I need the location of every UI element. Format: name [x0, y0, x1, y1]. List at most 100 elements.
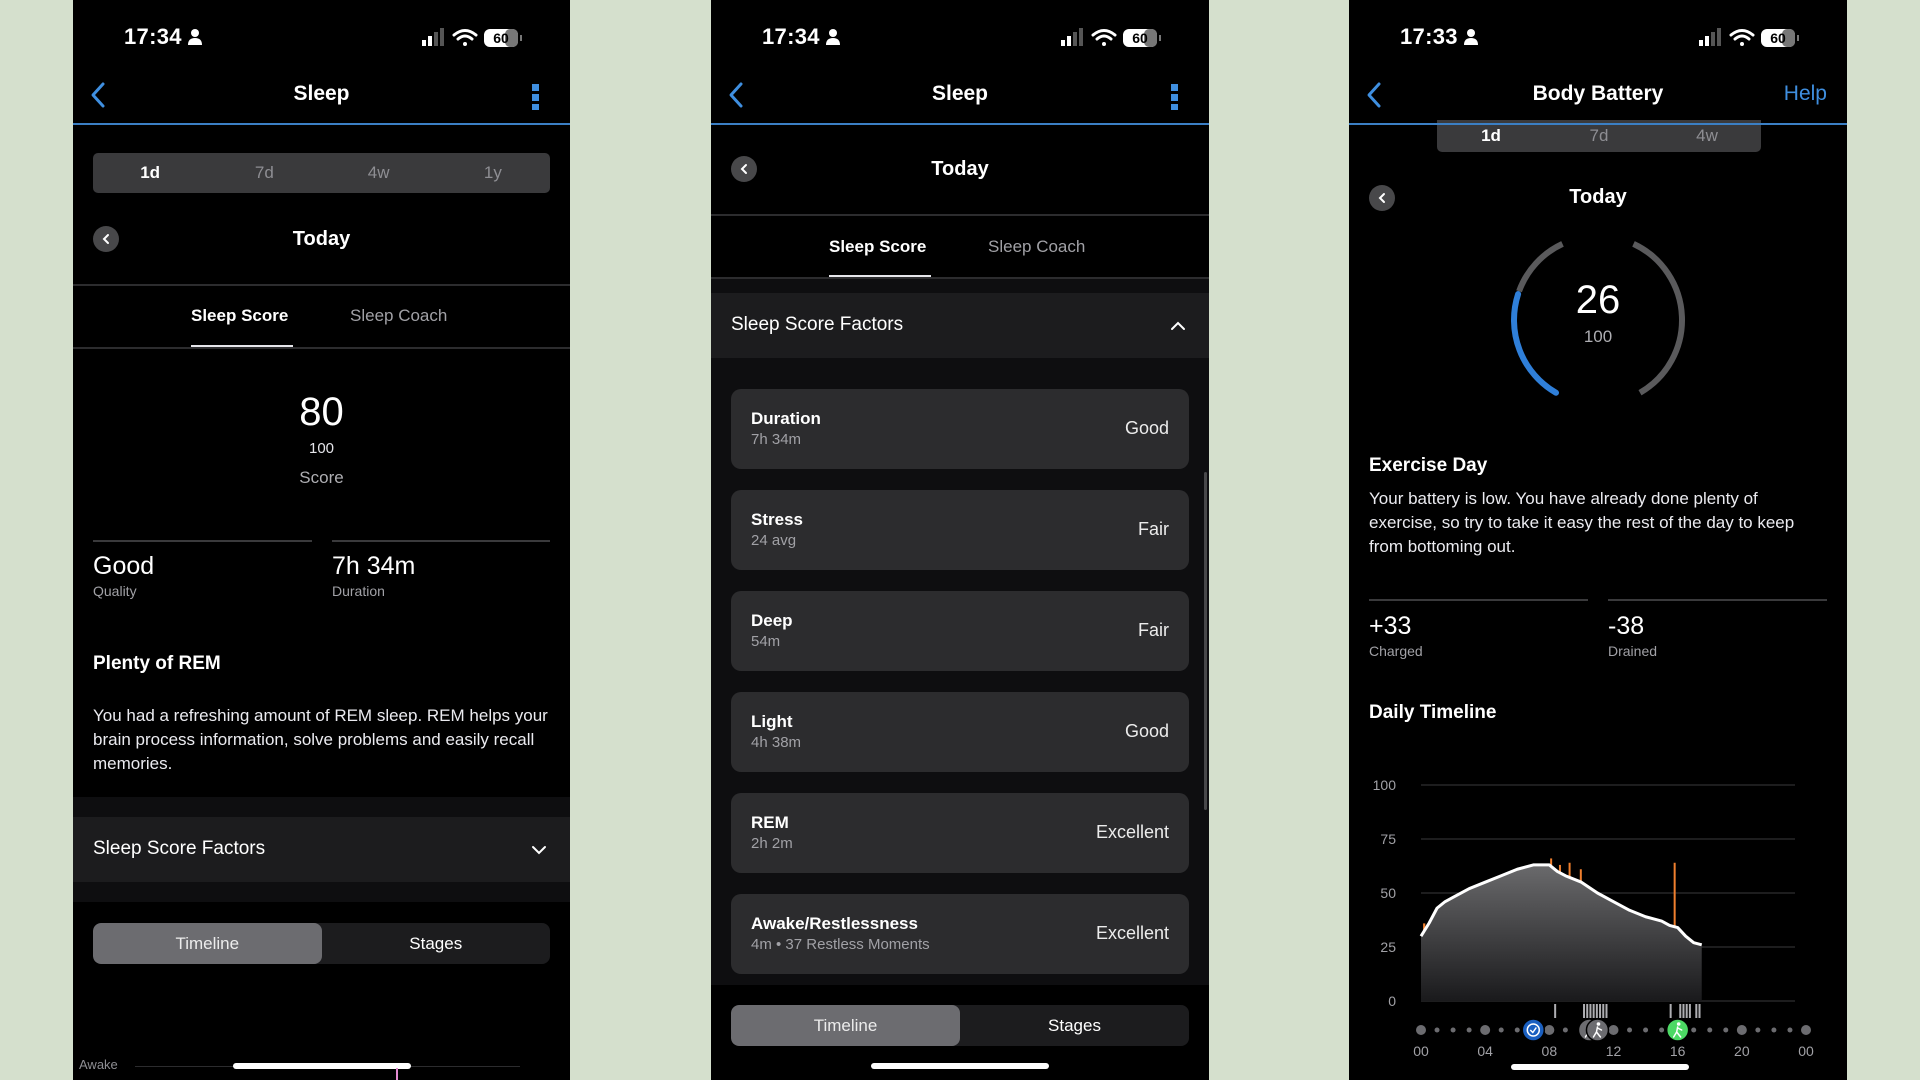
- factor-card-deep[interactable]: Deep 54m Fair: [731, 591, 1189, 671]
- charged-label: Charged: [1369, 643, 1423, 659]
- factor-name: REM: [751, 813, 789, 832]
- home-indicator: [1511, 1064, 1689, 1070]
- sleep-score-factors-toggle[interactable]: Sleep Score Factors: [711, 293, 1209, 358]
- hour-dot: [1608, 1025, 1619, 1035]
- battery-icon: 60: [1761, 29, 1799, 47]
- activity-tick: [1679, 1004, 1682, 1018]
- event-marker: [1521, 1018, 1546, 1042]
- activity-tick: [1599, 1004, 1602, 1018]
- battery-icon: 60: [484, 29, 522, 47]
- svg-text:60: 60: [1132, 30, 1148, 46]
- activity-tick: [1592, 1004, 1595, 1018]
- chevron-up-icon: [1171, 321, 1185, 330]
- insight-title: Plenty of REM: [93, 653, 221, 674]
- person-icon: [1464, 29, 1478, 45]
- more-options-icon[interactable]: [532, 84, 540, 110]
- chart-row-label: Awake: [79, 1057, 118, 1072]
- factor-card-stress[interactable]: Stress 24 avg Fair: [731, 490, 1189, 570]
- drained-value: -38: [1608, 612, 1645, 640]
- battery-area: [1421, 864, 1702, 1001]
- tab-sleep-coach[interactable]: Sleep Coach: [988, 237, 1085, 257]
- signal-icon: [1061, 28, 1083, 46]
- hour-dot: [1723, 1027, 1729, 1033]
- factors-title: Sleep Score Factors: [731, 314, 904, 335]
- more-options-icon[interactable]: [1171, 84, 1179, 110]
- factor-card-light[interactable]: Light 4h 38m Good: [731, 692, 1189, 772]
- x-tick-label: 20: [1734, 1043, 1750, 1059]
- activity-tick: [1583, 1004, 1586, 1018]
- duration-value: 7h 34m: [332, 552, 416, 580]
- tab-sleep-score[interactable]: Sleep Score: [829, 237, 926, 257]
- run-icon: [1665, 1018, 1690, 1042]
- range-4w[interactable]: 4w: [322, 163, 436, 183]
- activity-tick: [1682, 1004, 1685, 1018]
- divider: [711, 214, 1209, 216]
- hour-dot: [1643, 1027, 1649, 1033]
- range-1d[interactable]: 1d: [1437, 126, 1545, 146]
- factor-detail: 7h 34m: [751, 431, 802, 448]
- hour-dot: [1498, 1027, 1504, 1033]
- charged-value: +33: [1369, 612, 1412, 640]
- figure-head: [1596, 1022, 1601, 1026]
- status-icons: 60: [1699, 28, 1799, 47]
- svg-text:60: 60: [1770, 30, 1786, 46]
- factor-card-duration[interactable]: Duration 7h 34m Good: [731, 389, 1189, 469]
- scrollbar[interactable]: [1204, 472, 1207, 810]
- body-battery-screen: 17:33 60 Body Battery Help 1d 7d 4w Toda…: [1349, 0, 1847, 1080]
- divider: [73, 347, 570, 349]
- range-1y[interactable]: 1y: [436, 163, 550, 183]
- tab-sleep-coach[interactable]: Sleep Coach: [350, 306, 447, 326]
- x-tick-label: 08: [1542, 1043, 1558, 1059]
- sleep-score-label: Score: [299, 468, 344, 487]
- x-tick-label: 00: [1413, 1043, 1429, 1059]
- factor-card-awake-restlessness[interactable]: Awake/Restlessness 4m • 37 Restless Mome…: [731, 894, 1189, 974]
- divider: [73, 284, 570, 286]
- x-tick-label: 12: [1606, 1043, 1622, 1059]
- battery-icon: 60: [1123, 29, 1161, 47]
- walk-icon: [1585, 1018, 1610, 1042]
- duration-label: Duration: [332, 583, 385, 599]
- activity-tick: [1605, 1004, 1608, 1018]
- hour-dot: [1736, 1025, 1747, 1035]
- factor-name: Deep: [751, 611, 793, 630]
- timeline-tab[interactable]: Timeline: [93, 923, 322, 964]
- signal-icon: [422, 28, 444, 46]
- hour-dot: [1544, 1025, 1555, 1035]
- timeline-tab[interactable]: Timeline: [731, 1005, 960, 1046]
- x-tick-label: 00: [1798, 1043, 1814, 1059]
- factor-rating: Excellent: [1095, 822, 1169, 842]
- activity-tick: [1595, 1004, 1598, 1018]
- hour-dot: [1416, 1025, 1426, 1035]
- y-tick-label: 25: [1380, 939, 1396, 955]
- sleep-score-factors-toggle[interactable]: Sleep Score Factors: [73, 817, 570, 882]
- page-title: Sleep: [293, 82, 350, 105]
- x-tick-label: 04: [1477, 1043, 1493, 1059]
- factor-rating: Good: [1124, 721, 1169, 741]
- sleep-screen-summary: 17:34 60 Sleep 1d 7d 4w 1y Today Sleep S…: [73, 0, 570, 1080]
- y-tick-label: 100: [1373, 777, 1397, 793]
- range-4w[interactable]: 4w: [1653, 126, 1761, 146]
- page-title: Sleep: [931, 82, 989, 105]
- wifi-icon: [1729, 29, 1755, 46]
- gauge-value: 26: [1575, 278, 1621, 322]
- stages-tab[interactable]: Stages: [322, 923, 551, 964]
- stages-tab[interactable]: Stages: [960, 1005, 1189, 1046]
- insight-text: Your battery is low. You have already do…: [1369, 489, 1795, 556]
- page-title: Body Battery: [1532, 82, 1664, 105]
- range-7d[interactable]: 7d: [207, 163, 321, 183]
- daily-timeline-chart: 100 75 50 25 0 00 04 08 12 16 20 00: [1373, 777, 1814, 1059]
- help-button[interactable]: Help: [1784, 82, 1827, 106]
- view-toggle: Timeline Stages: [731, 1005, 1189, 1046]
- range-1d[interactable]: 1d: [93, 163, 207, 183]
- factor-card-rem[interactable]: REM 2h 2m Excellent: [731, 793, 1189, 873]
- insight-title: Exercise Day: [1369, 455, 1488, 476]
- y-tick-label: 0: [1388, 993, 1396, 1009]
- status-time: 17:34: [762, 24, 820, 49]
- factor-rating: Good: [1124, 418, 1169, 438]
- tab-sleep-score[interactable]: Sleep Score: [191, 306, 288, 326]
- range-7d[interactable]: 7d: [1545, 126, 1653, 146]
- home-indicator: [871, 1063, 1049, 1069]
- svg-text:60: 60: [493, 30, 509, 46]
- insight-text: You had a refreshing amount of REM sleep…: [93, 706, 548, 773]
- factor-detail: 2h 2m: [751, 835, 793, 852]
